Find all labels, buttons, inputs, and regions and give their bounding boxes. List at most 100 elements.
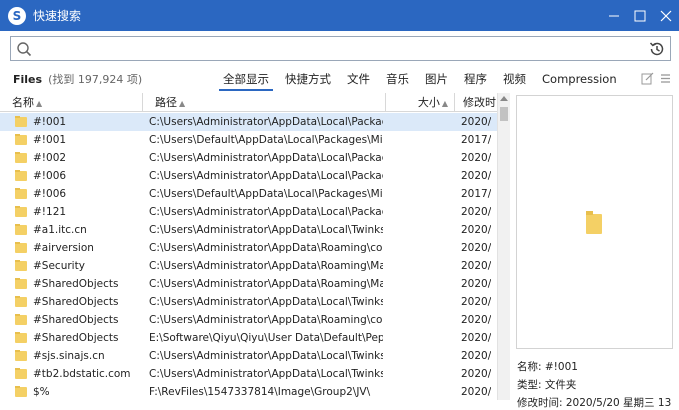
row-path: E:\Software\Qiyu\Qiyu\User Data\Default\…: [149, 332, 383, 344]
row-name: #!121: [33, 206, 67, 218]
table-row[interactable]: #SharedObjects C:\Users\Administrator\App…: [0, 311, 497, 329]
search-input[interactable]: [11, 38, 647, 59]
table-row[interactable]: #!001 C:\Users\Default\AppData\Local\Pack…: [0, 131, 497, 149]
folder-icon: [15, 314, 27, 325]
row-date: 2020/5/: [461, 242, 491, 254]
table-row[interactable]: #SharedObjects E:\Software\Qiyu\Qiyu\User…: [0, 329, 497, 347]
folder-icon: [15, 170, 27, 181]
title-bar: S 快速搜索: [0, 0, 679, 31]
folder-icon: [15, 206, 27, 217]
table-header: 名称 ▲ 路径 ▲ 大小 ▲ 修改时: [0, 93, 497, 112]
scroll-up-icon[interactable]: [500, 96, 508, 101]
row-date: 2020/6/: [461, 296, 491, 308]
folder-icon: [15, 278, 27, 289]
folder-icon: [15, 350, 27, 361]
column-path[interactable]: 路径 ▲: [143, 93, 386, 112]
column-size[interactable]: 大小 ▲: [386, 93, 455, 112]
filter-tabs: 全部显示 快捷方式 文件 音乐 图片 程序 视频 Compression: [215, 67, 625, 91]
table-row[interactable]: #tb2.bdstatic.com C:\Users\Administrator\…: [0, 365, 497, 383]
row-path: C:\Users\Administrator\AppData\Roaming\c…: [149, 242, 383, 254]
table-row[interactable]: #!006 C:\Users\Administrator\AppData\Loca…: [0, 167, 497, 185]
scrollbar-thumb[interactable]: [500, 107, 508, 121]
table-row[interactable]: #SharedObjects C:\Users\Administrator\App…: [0, 275, 497, 293]
row-date: 2020/6/: [461, 350, 491, 362]
row-name: #SharedObjects: [33, 278, 119, 290]
column-path-label: 路径: [155, 96, 177, 109]
table-row[interactable]: #!006 C:\Users\Default\AppData\Local\Pack…: [0, 185, 497, 203]
table-row[interactable]: $% F:\RevFiles\1547337814\Image\Group2\JV…: [0, 383, 497, 400]
row-name: #!001: [33, 116, 67, 128]
maximize-button[interactable]: [627, 0, 653, 31]
table-row[interactable]: #Security C:\Users\Administrator\AppData\…: [0, 257, 497, 275]
row-name: #!002: [33, 152, 67, 164]
search-bar: [10, 36, 671, 61]
table-row[interactable]: #!121 C:\Users\Administrator\AppData\Loca…: [0, 203, 497, 221]
row-path: C:\Users\Default\AppData\Local\Packages\…: [149, 134, 383, 146]
sort-icon: ▲: [441, 99, 448, 108]
files-label: Files: [13, 72, 43, 86]
row-date: 2020/6/: [461, 386, 491, 398]
close-button[interactable]: [653, 0, 679, 31]
tab-files[interactable]: 文件: [339, 67, 378, 91]
row-date: 2020/6/: [461, 278, 491, 290]
window-controls: [601, 0, 679, 31]
search-icon: [17, 42, 32, 57]
column-date[interactable]: 修改时: [455, 93, 497, 112]
row-path: C:\Users\Administrator\AppData\Local\Pac…: [149, 116, 383, 128]
minimize-icon: [609, 15, 619, 16]
row-date: 2020/5/: [461, 314, 491, 326]
table-row[interactable]: #!002 C:\Users\Administrator\AppData\Loca…: [0, 149, 497, 167]
sort-icon: ▲: [36, 99, 43, 108]
row-name: #airversion: [33, 242, 94, 254]
tab-programs[interactable]: 程序: [456, 67, 495, 91]
column-date-label: 修改时: [463, 96, 496, 109]
folder-icon: [15, 332, 27, 343]
tab-shortcuts[interactable]: 快捷方式: [277, 67, 339, 91]
preview-box: [516, 95, 673, 349]
table-row[interactable]: #airversion C:\Users\Administrator\AppDat…: [0, 239, 497, 257]
row-path: C:\Users\Administrator\AppData\Roaming\c…: [149, 314, 383, 326]
list-icon[interactable]: [659, 72, 672, 85]
column-size-label: 大小: [417, 96, 440, 109]
table-row[interactable]: #sjs.sinajs.cn C:\Users\Administrator\App…: [0, 347, 497, 365]
row-name: #a1.itc.cn: [33, 224, 87, 236]
vertical-scrollbar[interactable]: [497, 93, 510, 400]
row-path: C:\Users\Administrator\AppData\Roaming\M…: [149, 260, 383, 272]
preview-name: 名称: #!001: [517, 361, 578, 373]
column-name[interactable]: 名称 ▲: [0, 93, 143, 112]
table-row[interactable]: #!001 C:\Users\Administrator\AppData\Loca…: [0, 113, 497, 131]
preview-modified: 修改时间: 2020/5/20 星期三 13: [517, 397, 672, 409]
row-date: 2020/6/: [461, 224, 491, 236]
preview-type: 类型: 文件夹: [517, 379, 577, 391]
row-name: #Security: [33, 260, 85, 272]
folder-icon: [15, 224, 27, 235]
history-icon[interactable]: [647, 39, 667, 59]
folder-icon: [586, 211, 602, 234]
sort-icon: ▲: [179, 99, 186, 108]
tab-all[interactable]: 全部显示: [215, 67, 277, 91]
tab-images[interactable]: 图片: [417, 67, 456, 91]
row-date: 2020/6/: [461, 368, 491, 380]
edit-icon[interactable]: [641, 72, 654, 85]
table-row[interactable]: #a1.itc.cn C:\Users\Administrator\AppData…: [0, 221, 497, 239]
row-path: C:\Users\Administrator\AppData\Roaming\M…: [149, 278, 383, 290]
folder-icon: [15, 188, 27, 199]
row-path: C:\Users\Administrator\AppData\Local\Twi…: [149, 350, 383, 362]
row-name: #!001: [33, 134, 67, 146]
row-name: $%: [33, 386, 50, 398]
folder-icon: [15, 386, 27, 397]
tab-videos[interactable]: 视频: [495, 67, 534, 91]
row-name: #SharedObjects: [33, 332, 119, 344]
row-path: C:\Users\Default\AppData\Local\Packages\…: [149, 188, 383, 200]
tab-compression[interactable]: Compression: [534, 67, 625, 91]
row-date: 2020/5/: [461, 116, 491, 128]
row-name: #!006: [33, 188, 67, 200]
row-date: 2020/6/: [461, 152, 491, 164]
row-name: #sjs.sinajs.cn: [33, 350, 105, 362]
tab-music[interactable]: 音乐: [378, 67, 417, 91]
table-row[interactable]: #SharedObjects C:\Users\Administrator\App…: [0, 293, 497, 311]
row-name: #SharedObjects: [33, 296, 119, 308]
row-date: 2020/6/: [461, 260, 491, 272]
folder-icon: [15, 116, 27, 127]
minimize-button[interactable]: [601, 0, 627, 31]
